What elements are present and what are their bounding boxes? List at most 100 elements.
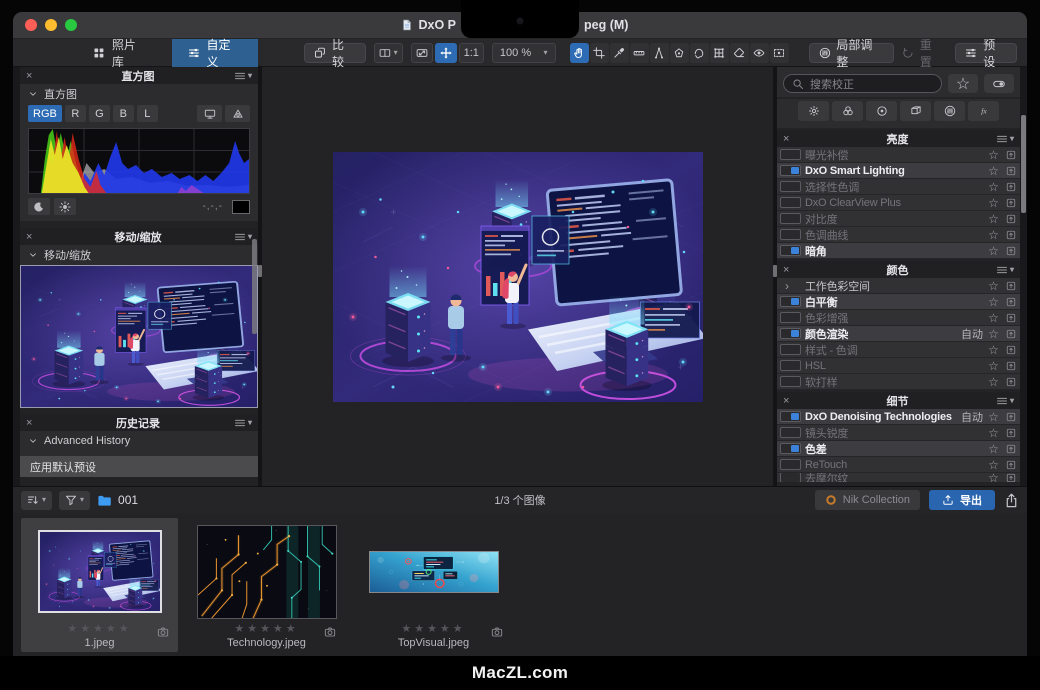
- histogram-channel-g[interactable]: G: [89, 105, 110, 122]
- close-icon[interactable]: ×: [26, 70, 42, 82]
- reset-icon[interactable]: [1004, 343, 1017, 356]
- palette-menu-button[interactable]: ▾: [234, 417, 252, 429]
- tool-crop[interactable]: [590, 43, 609, 63]
- palette-menu-button[interactable]: ▾: [234, 70, 252, 82]
- filmstrip-item[interactable]: ★★★★★1.jpeg: [21, 518, 178, 652]
- camera-icon[interactable]: [157, 625, 169, 643]
- correction-toggle[interactable]: [780, 229, 801, 240]
- local-adjust-button[interactable]: 局部调整: [809, 43, 894, 63]
- correction-toggle[interactable]: [780, 376, 801, 387]
- correction-toggle[interactable]: [780, 459, 801, 470]
- move-zoom-section-row[interactable]: 移动/缩放: [20, 245, 258, 264]
- favorite-star-icon[interactable]: ☆: [987, 244, 1000, 258]
- reset-icon[interactable]: [1004, 295, 1017, 308]
- nik-collection-button[interactable]: Nik Collection: [815, 490, 920, 510]
- reset-icon[interactable]: [1004, 426, 1017, 439]
- close-icon[interactable]: ×: [26, 417, 42, 429]
- tool-auto-mask[interactable]: [690, 43, 709, 63]
- correction-toggle[interactable]: [780, 312, 801, 323]
- tab-customize[interactable]: 自定义: [172, 39, 259, 67]
- favorite-star-icon[interactable]: ☆: [987, 228, 1000, 242]
- color-gamut-button[interactable]: [225, 105, 250, 122]
- favorite-star-icon[interactable]: ☆: [987, 327, 1000, 341]
- favorite-star-icon[interactable]: ☆: [987, 410, 1000, 424]
- histogram-channel-r[interactable]: R: [65, 105, 86, 122]
- rating-stars[interactable]: ★★★★★: [67, 622, 131, 637]
- export-button[interactable]: 导出: [929, 490, 995, 510]
- tool-straighten[interactable]: [630, 43, 649, 63]
- category-geometry[interactable]: [900, 101, 931, 121]
- tab-photo-library[interactable]: 照片库: [77, 39, 164, 67]
- category-fx[interactable]: [968, 101, 999, 121]
- correction-row[interactable]: HSL☆: [777, 358, 1020, 374]
- reset-icon[interactable]: [1004, 196, 1017, 209]
- favorite-star-icon[interactable]: ☆: [987, 458, 1000, 472]
- rating-stars[interactable]: ★★★★★: [401, 622, 465, 637]
- correction-row[interactable]: 曝光补偿☆: [777, 147, 1020, 163]
- tool-show-mask[interactable]: [750, 43, 769, 63]
- correction-row[interactable]: 镜头锐度☆: [777, 425, 1020, 441]
- pan-view-button[interactable]: [435, 43, 457, 63]
- navigator-preview[interactable]: [21, 266, 257, 407]
- correction-toggle[interactable]: [780, 344, 801, 355]
- filter-button[interactable]: ▾: [59, 491, 90, 510]
- reset-button[interactable]: 重置: [902, 36, 944, 70]
- favorite-star-icon[interactable]: ☆: [987, 473, 1000, 482]
- tool-hand[interactable]: [570, 43, 589, 63]
- correction-toggle[interactable]: [780, 360, 801, 371]
- tool-eyedropper[interactable]: [610, 43, 629, 63]
- reset-icon[interactable]: [1004, 180, 1017, 193]
- favorite-star-icon[interactable]: ☆: [987, 164, 1000, 178]
- correction-toggle[interactable]: [780, 411, 801, 422]
- palette-menu-button[interactable]: ▾: [996, 264, 1014, 276]
- correction-toggle[interactable]: [780, 165, 801, 176]
- rating-stars[interactable]: ★★★★★: [234, 622, 298, 637]
- reset-icon[interactable]: [1004, 212, 1017, 225]
- correction-row[interactable]: 样式 - 色调☆: [777, 342, 1020, 358]
- close-icon[interactable]: ×: [26, 231, 42, 243]
- history-item[interactable]: 应用默认预设: [20, 456, 258, 477]
- category-light[interactable]: [798, 101, 829, 121]
- correction-row[interactable]: 暗角☆: [777, 243, 1020, 259]
- favorite-star-icon[interactable]: ☆: [987, 279, 1000, 293]
- close-icon[interactable]: ×: [783, 264, 799, 276]
- right-scrollbar[interactable]: [1021, 115, 1026, 213]
- correction-row[interactable]: ›工作色彩空间☆: [777, 278, 1020, 294]
- presets-button[interactable]: 预设: [955, 43, 1017, 63]
- share-button[interactable]: [1004, 493, 1019, 508]
- correction-toggle[interactable]: [780, 296, 801, 307]
- histogram-channel-l[interactable]: L: [137, 105, 158, 122]
- histogram-section-row[interactable]: 直方图: [20, 84, 258, 103]
- reset-icon[interactable]: [1004, 164, 1017, 177]
- category-detail[interactable]: [866, 101, 897, 121]
- reset-icon[interactable]: [1004, 442, 1017, 455]
- tool-selective[interactable]: [770, 43, 789, 63]
- correction-toggle[interactable]: [780, 427, 801, 438]
- palette-menu-button[interactable]: ▾: [996, 395, 1014, 407]
- image-canvas[interactable]: [262, 67, 773, 486]
- split-view-button[interactable]: ▾: [374, 43, 403, 63]
- category-color[interactable]: [832, 101, 863, 121]
- history-section-row[interactable]: Advanced History: [20, 431, 258, 450]
- close-window-button[interactable]: [25, 19, 37, 31]
- reset-icon[interactable]: [1004, 359, 1017, 372]
- current-folder[interactable]: 001: [97, 493, 138, 508]
- tool-eraser[interactable]: [730, 43, 749, 63]
- correction-toggle[interactable]: [780, 245, 801, 256]
- reset-icon[interactable]: [1004, 458, 1017, 471]
- reset-icon[interactable]: [1004, 375, 1017, 388]
- reset-icon[interactable]: [1004, 228, 1017, 241]
- compare-button[interactable]: 比较: [304, 43, 366, 63]
- zoom-level-select[interactable]: 100 % ▾: [492, 43, 556, 63]
- monitor-gamut-button[interactable]: [197, 105, 222, 122]
- highlight-clipping-button[interactable]: [54, 198, 76, 215]
- category-local[interactable]: [934, 101, 965, 121]
- correction-toggle[interactable]: [780, 181, 801, 192]
- correction-toggle[interactable]: [780, 149, 801, 160]
- favorites-filter-button[interactable]: ☆: [948, 74, 978, 93]
- correction-row[interactable]: 色调曲线☆: [777, 227, 1020, 243]
- correction-row[interactable]: 选择性色调☆: [777, 179, 1020, 195]
- photo-canvas-image[interactable]: [333, 152, 703, 402]
- search-input[interactable]: 搜索校正: [783, 74, 942, 93]
- favorite-star-icon[interactable]: ☆: [987, 343, 1000, 357]
